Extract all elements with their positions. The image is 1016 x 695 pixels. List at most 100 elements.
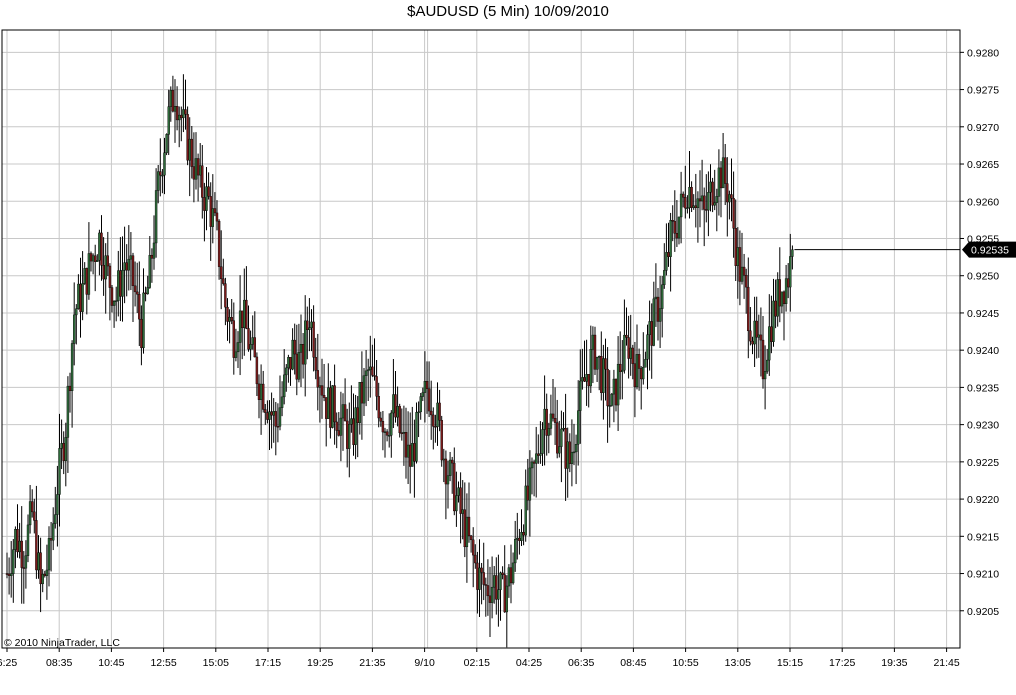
candle-body <box>682 193 685 198</box>
candle-body <box>203 197 206 211</box>
candle-body <box>318 385 322 388</box>
candle-body <box>373 375 376 377</box>
candle-body <box>558 446 561 454</box>
candle-body <box>665 252 668 271</box>
candle-body <box>484 584 487 586</box>
candle-body <box>152 242 156 259</box>
candle-body <box>497 589 500 600</box>
candle-body <box>385 431 389 436</box>
x-tick-label: 13:05 <box>725 657 751 669</box>
candle-body <box>167 106 170 135</box>
candle-body <box>146 287 149 295</box>
candle-body <box>694 205 697 209</box>
candle-body <box>568 441 571 464</box>
candle-body <box>763 371 767 380</box>
candle-body <box>299 344 303 353</box>
candle-body <box>209 196 212 227</box>
candle-body <box>331 385 334 428</box>
candle-body <box>705 209 708 211</box>
candle-body <box>518 537 521 541</box>
candle-body <box>440 420 443 461</box>
candle-body <box>581 377 584 382</box>
candle-body <box>585 374 588 382</box>
candle-body <box>37 552 40 571</box>
x-tick-label: 9/10 <box>414 657 435 669</box>
candle-body <box>411 443 414 467</box>
candle-body <box>91 255 95 262</box>
grid <box>2 30 960 648</box>
candle-body <box>228 317 231 322</box>
candle-body <box>219 266 223 280</box>
candle-body <box>169 90 173 107</box>
candle-body <box>742 266 746 276</box>
candle-body <box>255 356 259 385</box>
candle-body <box>184 109 187 115</box>
candle-body <box>43 573 46 576</box>
candle-body <box>787 278 790 288</box>
candle-body <box>232 320 236 358</box>
candle-body <box>112 301 116 306</box>
candle-body <box>72 314 76 344</box>
candle-body <box>610 393 613 406</box>
candle-body <box>396 406 399 418</box>
x-tick-label: 6:25 <box>0 657 17 669</box>
candle-body <box>54 514 57 524</box>
candle-body <box>24 555 28 569</box>
candle-body <box>522 532 525 536</box>
candle-body <box>692 205 695 208</box>
y-tick-label: 0.9265 <box>967 159 999 171</box>
candle-body <box>732 198 735 229</box>
candle-body <box>480 567 483 573</box>
candle-body <box>562 427 565 430</box>
candle-body <box>427 388 431 412</box>
x-tick-label: 21:45 <box>933 657 959 669</box>
candle-body <box>238 310 242 343</box>
candle-body <box>545 408 548 436</box>
candle-body <box>9 573 13 576</box>
candle-body <box>577 410 580 445</box>
candle-body <box>671 220 674 222</box>
candle-body <box>154 190 158 244</box>
candle-body <box>726 183 729 203</box>
candle-body <box>535 453 538 464</box>
last-price-marker: 0.92535 <box>794 241 1016 258</box>
candle-body <box>755 320 758 338</box>
candle-body <box>98 232 101 261</box>
candle-body <box>322 395 326 398</box>
candle-body <box>375 376 378 397</box>
candle-body <box>406 444 410 458</box>
candle-body <box>159 171 162 176</box>
candle-body <box>696 198 700 209</box>
candle-body <box>314 357 317 371</box>
candle-body <box>474 554 477 564</box>
candle-body <box>564 427 567 469</box>
candle-body <box>583 377 586 382</box>
candle-body <box>690 186 693 208</box>
candle-body <box>327 387 330 419</box>
candle-body <box>684 197 687 209</box>
candle-body <box>495 575 498 600</box>
candle-body <box>423 381 427 393</box>
candle-body <box>566 441 569 469</box>
candle-body <box>549 413 553 429</box>
candle-body <box>264 409 267 413</box>
candle-body <box>81 283 84 312</box>
candle-body <box>595 356 599 370</box>
candle-body <box>312 321 315 358</box>
candle-body <box>631 347 634 364</box>
candle-body <box>133 285 137 293</box>
candle-body <box>553 418 557 423</box>
candle-body <box>150 254 154 259</box>
candle-body <box>140 318 143 349</box>
candle-body <box>654 296 658 300</box>
candle-body <box>658 308 662 322</box>
candle-body <box>541 429 544 454</box>
candle-body <box>196 158 200 176</box>
candle-body <box>190 138 194 167</box>
candle-body <box>217 220 221 267</box>
candle-body <box>47 538 51 571</box>
candle-body <box>469 535 473 541</box>
candle-body <box>604 358 607 370</box>
y-tick-label: 0.9205 <box>967 606 999 618</box>
candle-body <box>465 516 469 548</box>
